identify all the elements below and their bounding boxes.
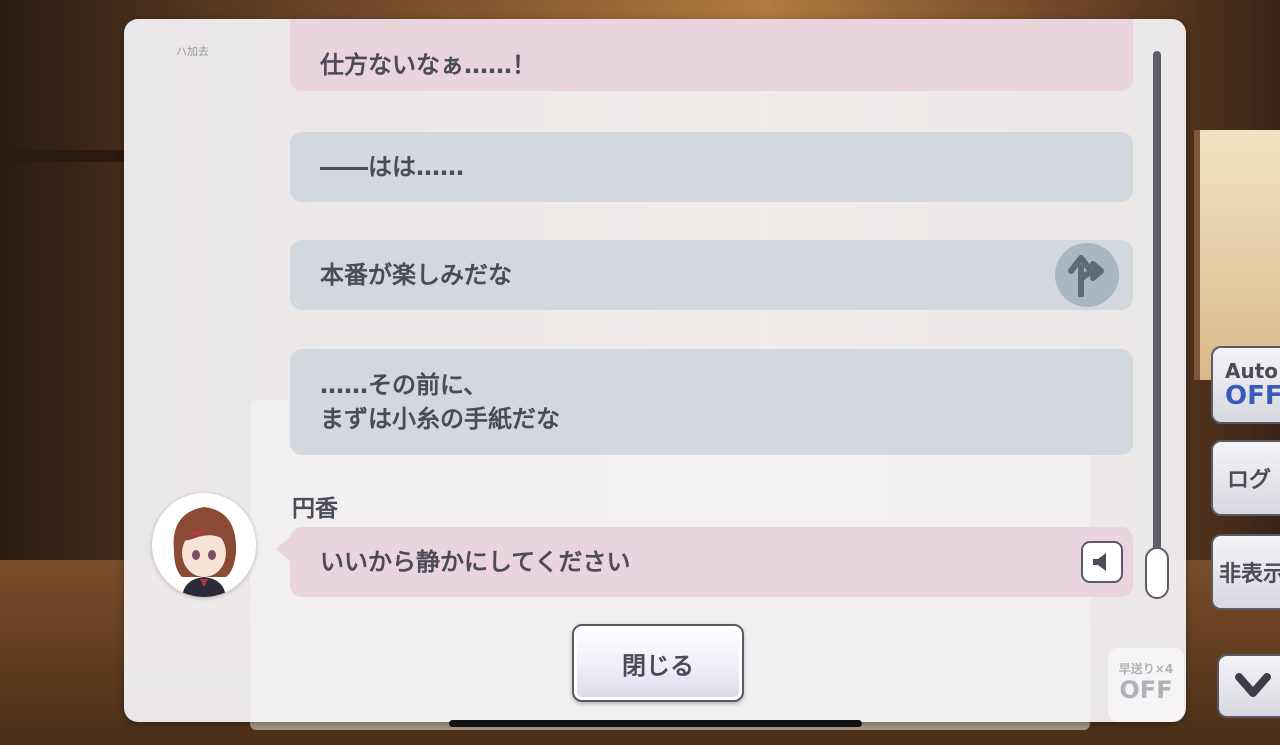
scrollbar-thumb[interactable] [1145, 547, 1169, 599]
home-indicator [449, 720, 862, 727]
log-message-text: 仕方ないなぁ……！ [320, 51, 536, 79]
auto-label: Auto [1225, 359, 1279, 383]
log-message-text: ――はは…… [320, 153, 464, 181]
chevron-down-icon[interactable] [1217, 654, 1280, 718]
log-message-voiced: いいから静かにしてください [290, 527, 1133, 597]
log-message-text: ……その前に、 まずは小糸の手紙だな [320, 371, 560, 433]
auto-toggle-button[interactable]: Auto OFF [1211, 346, 1280, 424]
log-message-text: 本番が楽しみだな [320, 261, 512, 289]
log-button[interactable]: ログ [1211, 440, 1280, 516]
fast-forward-button[interactable]: 早送り×4 OFF [1108, 648, 1184, 722]
speaker-avatar [152, 493, 256, 597]
auto-state: OFF [1225, 381, 1280, 411]
speaker-icon[interactable] [1081, 541, 1123, 583]
speaker-name: 円香 [292, 496, 338, 522]
fast-forward-label: 早送り×4 [1118, 662, 1174, 676]
backlog-panel: ハ加去 仕方ないなぁ……！ ――はは…… 本番が楽しみだな ……その前に、 まず… [124, 19, 1186, 722]
close-button[interactable]: 閉じる [572, 624, 744, 702]
fast-forward-state: OFF [1119, 676, 1173, 704]
log-message: 仕方ないなぁ……！ [290, 19, 1133, 91]
hide-ui-button[interactable]: 非表示 [1211, 534, 1280, 610]
scrollbar-track[interactable] [1153, 51, 1161, 599]
window [1194, 130, 1280, 380]
log-message-choice: 本番が楽しみだな [290, 240, 1133, 310]
log-message-text: いいから静かにしてください [320, 548, 631, 576]
speaker-name-partial: ハ加去 [176, 45, 209, 58]
log-message: ……その前に、 まずは小糸の手紙だな [290, 349, 1133, 455]
log-message: ――はは…… [290, 132, 1133, 202]
ceiling-beam [0, 150, 130, 162]
backlog-list[interactable]: ハ加去 仕方ないなぁ……！ ――はは…… 本番が楽しみだな ……その前に、 まず… [124, 19, 1154, 639]
branch-arrow-icon [1055, 243, 1119, 307]
